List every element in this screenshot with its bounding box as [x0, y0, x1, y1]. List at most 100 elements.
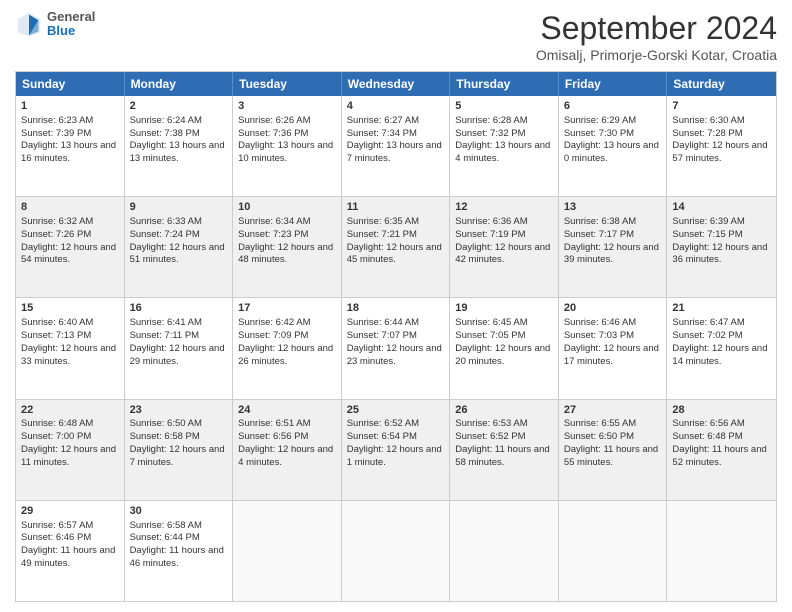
cal-cell: 20Sunrise: 6:46 AMSunset: 7:03 PMDayligh…: [559, 298, 668, 398]
day-info: Sunrise: 6:44 AMSunset: 7:07 PMDaylight:…: [347, 317, 442, 366]
header: General Blue September 2024 Omisalj, Pri…: [15, 10, 777, 63]
cal-cell: 2Sunrise: 6:24 AMSunset: 7:38 PMDaylight…: [125, 96, 234, 196]
day-info: Sunrise: 6:46 AMSunset: 7:03 PMDaylight:…: [564, 317, 659, 366]
day-info: Sunrise: 6:26 AMSunset: 7:36 PMDaylight:…: [238, 115, 333, 164]
cal-cell: [559, 501, 668, 601]
cal-cell: 6Sunrise: 6:29 AMSunset: 7:30 PMDaylight…: [559, 96, 668, 196]
day-number: 1: [21, 99, 119, 114]
logo: General Blue: [15, 10, 95, 39]
day-number: 14: [672, 200, 771, 215]
day-number: 6: [564, 99, 662, 114]
day-info: Sunrise: 6:30 AMSunset: 7:28 PMDaylight:…: [672, 115, 767, 164]
cal-header-tuesday: Tuesday: [233, 72, 342, 96]
day-info: Sunrise: 6:51 AMSunset: 6:56 PMDaylight:…: [238, 418, 333, 467]
cal-cell: 19Sunrise: 6:45 AMSunset: 7:05 PMDayligh…: [450, 298, 559, 398]
calendar: SundayMondayTuesdayWednesdayThursdayFrid…: [15, 71, 777, 602]
day-info: Sunrise: 6:58 AMSunset: 6:44 PMDaylight:…: [130, 520, 224, 569]
day-number: 7: [672, 99, 771, 114]
cal-cell: 18Sunrise: 6:44 AMSunset: 7:07 PMDayligh…: [342, 298, 451, 398]
day-info: Sunrise: 6:42 AMSunset: 7:09 PMDaylight:…: [238, 317, 333, 366]
cal-cell: 21Sunrise: 6:47 AMSunset: 7:02 PMDayligh…: [667, 298, 776, 398]
calendar-subtitle: Omisalj, Primorje-Gorski Kotar, Croatia: [536, 47, 777, 63]
day-info: Sunrise: 6:34 AMSunset: 7:23 PMDaylight:…: [238, 216, 333, 265]
cal-cell: 1Sunrise: 6:23 AMSunset: 7:39 PMDaylight…: [16, 96, 125, 196]
day-info: Sunrise: 6:38 AMSunset: 7:17 PMDaylight:…: [564, 216, 659, 265]
title-block: September 2024 Omisalj, Primorje-Gorski …: [536, 10, 777, 63]
day-info: Sunrise: 6:47 AMSunset: 7:02 PMDaylight:…: [672, 317, 767, 366]
day-number: 12: [455, 200, 553, 215]
day-number: 28: [672, 403, 771, 418]
cal-header-saturday: Saturday: [667, 72, 776, 96]
day-info: Sunrise: 6:48 AMSunset: 7:00 PMDaylight:…: [21, 418, 116, 467]
calendar-body: 1Sunrise: 6:23 AMSunset: 7:39 PMDaylight…: [16, 96, 776, 601]
cal-row-2: 8Sunrise: 6:32 AMSunset: 7:26 PMDaylight…: [16, 197, 776, 298]
day-number: 16: [130, 301, 228, 316]
day-info: Sunrise: 6:53 AMSunset: 6:52 PMDaylight:…: [455, 418, 549, 467]
page: General Blue September 2024 Omisalj, Pri…: [0, 0, 792, 612]
cal-cell: 13Sunrise: 6:38 AMSunset: 7:17 PMDayligh…: [559, 197, 668, 297]
cal-cell: [450, 501, 559, 601]
day-info: Sunrise: 6:23 AMSunset: 7:39 PMDaylight:…: [21, 115, 116, 164]
day-info: Sunrise: 6:56 AMSunset: 6:48 PMDaylight:…: [672, 418, 766, 467]
day-number: 3: [238, 99, 336, 114]
day-number: 24: [238, 403, 336, 418]
cal-row-1: 1Sunrise: 6:23 AMSunset: 7:39 PMDaylight…: [16, 96, 776, 197]
logo-line2: Blue: [47, 24, 95, 38]
day-info: Sunrise: 6:45 AMSunset: 7:05 PMDaylight:…: [455, 317, 550, 366]
day-number: 29: [21, 504, 119, 519]
cal-cell: 7Sunrise: 6:30 AMSunset: 7:28 PMDaylight…: [667, 96, 776, 196]
cal-cell: 30Sunrise: 6:58 AMSunset: 6:44 PMDayligh…: [125, 501, 234, 601]
calendar-header-row: SundayMondayTuesdayWednesdayThursdayFrid…: [16, 72, 776, 96]
cal-cell: 15Sunrise: 6:40 AMSunset: 7:13 PMDayligh…: [16, 298, 125, 398]
cal-cell: 22Sunrise: 6:48 AMSunset: 7:00 PMDayligh…: [16, 400, 125, 500]
cal-row-5: 29Sunrise: 6:57 AMSunset: 6:46 PMDayligh…: [16, 501, 776, 601]
calendar-title: September 2024: [536, 10, 777, 47]
day-number: 21: [672, 301, 771, 316]
day-number: 26: [455, 403, 553, 418]
cal-cell: [233, 501, 342, 601]
cal-cell: 9Sunrise: 6:33 AMSunset: 7:24 PMDaylight…: [125, 197, 234, 297]
cal-cell: 27Sunrise: 6:55 AMSunset: 6:50 PMDayligh…: [559, 400, 668, 500]
cal-cell: [342, 501, 451, 601]
day-info: Sunrise: 6:28 AMSunset: 7:32 PMDaylight:…: [455, 115, 550, 164]
cal-cell: 3Sunrise: 6:26 AMSunset: 7:36 PMDaylight…: [233, 96, 342, 196]
day-number: 8: [21, 200, 119, 215]
day-number: 22: [21, 403, 119, 418]
cal-cell: 11Sunrise: 6:35 AMSunset: 7:21 PMDayligh…: [342, 197, 451, 297]
day-info: Sunrise: 6:55 AMSunset: 6:50 PMDaylight:…: [564, 418, 658, 467]
day-info: Sunrise: 6:50 AMSunset: 6:58 PMDaylight:…: [130, 418, 225, 467]
cal-cell: 25Sunrise: 6:52 AMSunset: 6:54 PMDayligh…: [342, 400, 451, 500]
cal-cell: 28Sunrise: 6:56 AMSunset: 6:48 PMDayligh…: [667, 400, 776, 500]
day-number: 18: [347, 301, 445, 316]
day-number: 20: [564, 301, 662, 316]
day-number: 11: [347, 200, 445, 215]
day-info: Sunrise: 6:40 AMSunset: 7:13 PMDaylight:…: [21, 317, 116, 366]
day-number: 30: [130, 504, 228, 519]
cal-header-friday: Friday: [559, 72, 668, 96]
day-info: Sunrise: 6:29 AMSunset: 7:30 PMDaylight:…: [564, 115, 659, 164]
day-number: 27: [564, 403, 662, 418]
day-info: Sunrise: 6:57 AMSunset: 6:46 PMDaylight:…: [21, 520, 115, 569]
day-number: 23: [130, 403, 228, 418]
cal-row-3: 15Sunrise: 6:40 AMSunset: 7:13 PMDayligh…: [16, 298, 776, 399]
day-info: Sunrise: 6:24 AMSunset: 7:38 PMDaylight:…: [130, 115, 225, 164]
cal-row-4: 22Sunrise: 6:48 AMSunset: 7:00 PMDayligh…: [16, 400, 776, 501]
day-number: 9: [130, 200, 228, 215]
cal-header-thursday: Thursday: [450, 72, 559, 96]
day-info: Sunrise: 6:41 AMSunset: 7:11 PMDaylight:…: [130, 317, 225, 366]
day-info: Sunrise: 6:36 AMSunset: 7:19 PMDaylight:…: [455, 216, 550, 265]
cal-cell: 29Sunrise: 6:57 AMSunset: 6:46 PMDayligh…: [16, 501, 125, 601]
cal-cell: 12Sunrise: 6:36 AMSunset: 7:19 PMDayligh…: [450, 197, 559, 297]
day-number: 25: [347, 403, 445, 418]
day-number: 5: [455, 99, 553, 114]
cal-cell: 16Sunrise: 6:41 AMSunset: 7:11 PMDayligh…: [125, 298, 234, 398]
cal-cell: 23Sunrise: 6:50 AMSunset: 6:58 PMDayligh…: [125, 400, 234, 500]
cal-cell: 4Sunrise: 6:27 AMSunset: 7:34 PMDaylight…: [342, 96, 451, 196]
cal-cell: 14Sunrise: 6:39 AMSunset: 7:15 PMDayligh…: [667, 197, 776, 297]
day-number: 13: [564, 200, 662, 215]
cal-cell: 8Sunrise: 6:32 AMSunset: 7:26 PMDaylight…: [16, 197, 125, 297]
logo-line1: General: [47, 10, 95, 24]
cal-cell: 10Sunrise: 6:34 AMSunset: 7:23 PMDayligh…: [233, 197, 342, 297]
cal-header-monday: Monday: [125, 72, 234, 96]
logo-text: General Blue: [47, 10, 95, 39]
